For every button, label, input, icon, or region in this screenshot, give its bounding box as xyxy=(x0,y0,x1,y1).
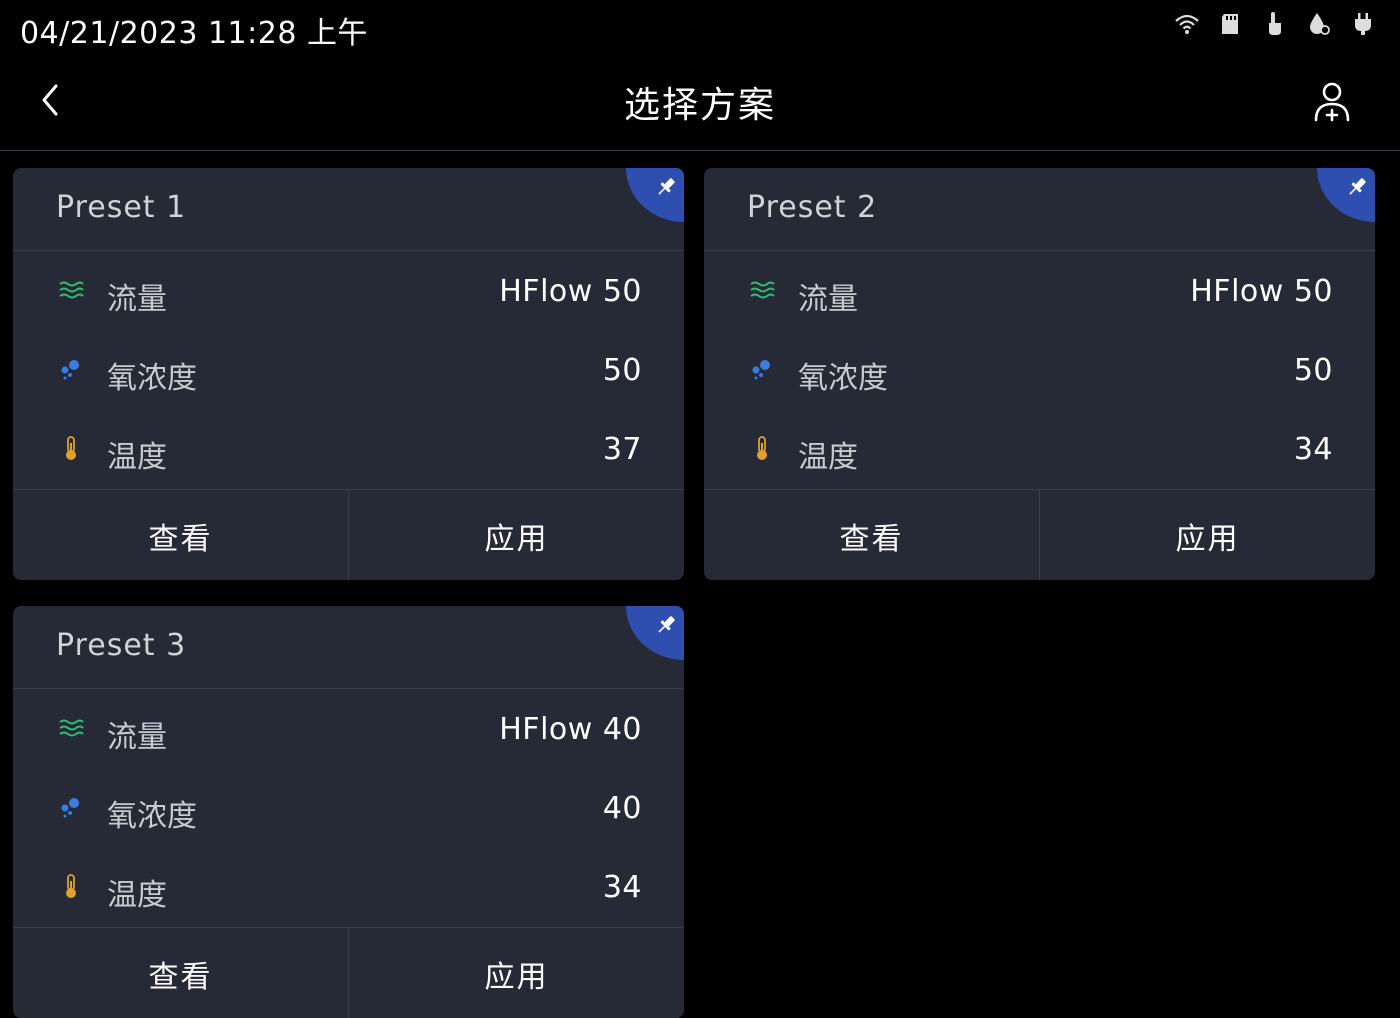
flow-value: HFlow 40 xyxy=(499,712,642,747)
card-actions: 查看 应用 xyxy=(704,489,1375,580)
temperature-value: 37 xyxy=(602,432,642,467)
datetime: 04/21/2023 11:28 上午 xyxy=(20,16,368,51)
header-bar: 选择方案 xyxy=(0,52,1400,151)
flow-value: HFlow 50 xyxy=(1190,274,1333,309)
oxygen-label: 氧浓度 xyxy=(107,361,197,396)
flow-icon xyxy=(59,719,84,737)
flow-label: 流量 xyxy=(107,282,167,317)
card-header: Preset 3 xyxy=(13,606,684,689)
thermometer-icon xyxy=(66,436,76,460)
status-icons xyxy=(1174,8,1376,40)
plug-icon xyxy=(1355,13,1371,35)
oxygen-row: 氧浓度 50 xyxy=(13,341,684,401)
flow-icon xyxy=(59,281,84,299)
add-user-button[interactable] xyxy=(1308,78,1356,126)
card-actions: 查看 应用 xyxy=(13,927,684,1018)
oxygen-row: 氧浓度 40 xyxy=(13,779,684,839)
touch-icon xyxy=(1269,12,1281,35)
card-actions: 查看 应用 xyxy=(13,489,684,580)
flow-row: 流量 HFlow 50 xyxy=(13,262,684,322)
flow-label: 流量 xyxy=(107,720,167,755)
oxygen-icon xyxy=(61,360,79,380)
card-header: Preset 2 xyxy=(704,168,1375,251)
flow-row: 流量 HFlow 40 xyxy=(13,700,684,760)
status-bar: 04/21/2023 11:28 上午 xyxy=(0,0,1400,52)
flow-row: 流量 HFlow 50 xyxy=(704,262,1375,322)
temperature-value: 34 xyxy=(1293,432,1333,467)
pin-icon xyxy=(658,616,675,633)
oxygen-icon xyxy=(752,360,770,380)
view-button[interactable]: 查看 xyxy=(13,490,348,580)
drop-icon xyxy=(1310,13,1330,35)
preset-name: Preset 3 xyxy=(56,628,187,663)
oxygen-value: 50 xyxy=(1293,353,1333,388)
oxygen-label: 氧浓度 xyxy=(107,799,197,834)
pin-icon xyxy=(1349,178,1366,195)
thermometer-icon xyxy=(66,874,76,898)
oxygen-icon xyxy=(61,798,79,818)
preset-card: Preset 3 流量 HFlow 40 氧浓度 40 温度 34 查看 应用 xyxy=(13,606,684,1018)
flow-label: 流量 xyxy=(798,282,858,317)
temperature-label: 温度 xyxy=(107,878,167,913)
wifi-icon xyxy=(1175,14,1199,34)
temperature-row: 温度 34 xyxy=(704,420,1375,480)
temperature-label: 温度 xyxy=(798,440,858,475)
page-title: 选择方案 xyxy=(623,85,776,126)
preset-card: Preset 1 流量 HFlow 50 氧浓度 50 温度 37 查看 应用 xyxy=(13,168,684,580)
apply-button[interactable]: 应用 xyxy=(1039,490,1375,580)
add-user-icon xyxy=(1314,82,1350,122)
view-button[interactable]: 查看 xyxy=(704,490,1039,580)
temperature-row: 温度 37 xyxy=(13,420,684,480)
temperature-row: 温度 34 xyxy=(13,858,684,918)
preset-name: Preset 1 xyxy=(56,190,187,225)
oxygen-value: 50 xyxy=(602,353,642,388)
oxygen-row: 氧浓度 50 xyxy=(704,341,1375,401)
flow-icon xyxy=(750,281,775,299)
temperature-label: 温度 xyxy=(107,440,167,475)
oxygen-value: 40 xyxy=(602,791,642,826)
temperature-value: 34 xyxy=(602,870,642,905)
card-header: Preset 1 xyxy=(13,168,684,251)
apply-button[interactable]: 应用 xyxy=(348,928,684,1018)
preset-name: Preset 2 xyxy=(747,190,878,225)
view-button[interactable]: 查看 xyxy=(13,928,348,1018)
apply-button[interactable]: 应用 xyxy=(348,490,684,580)
flow-value: HFlow 50 xyxy=(499,274,642,309)
oxygen-label: 氧浓度 xyxy=(798,361,888,396)
preset-card: Preset 2 流量 HFlow 50 氧浓度 50 温度 34 查看 应用 xyxy=(704,168,1375,580)
thermometer-icon xyxy=(757,436,767,460)
pin-icon xyxy=(658,178,675,195)
sd-card-icon xyxy=(1222,14,1238,34)
